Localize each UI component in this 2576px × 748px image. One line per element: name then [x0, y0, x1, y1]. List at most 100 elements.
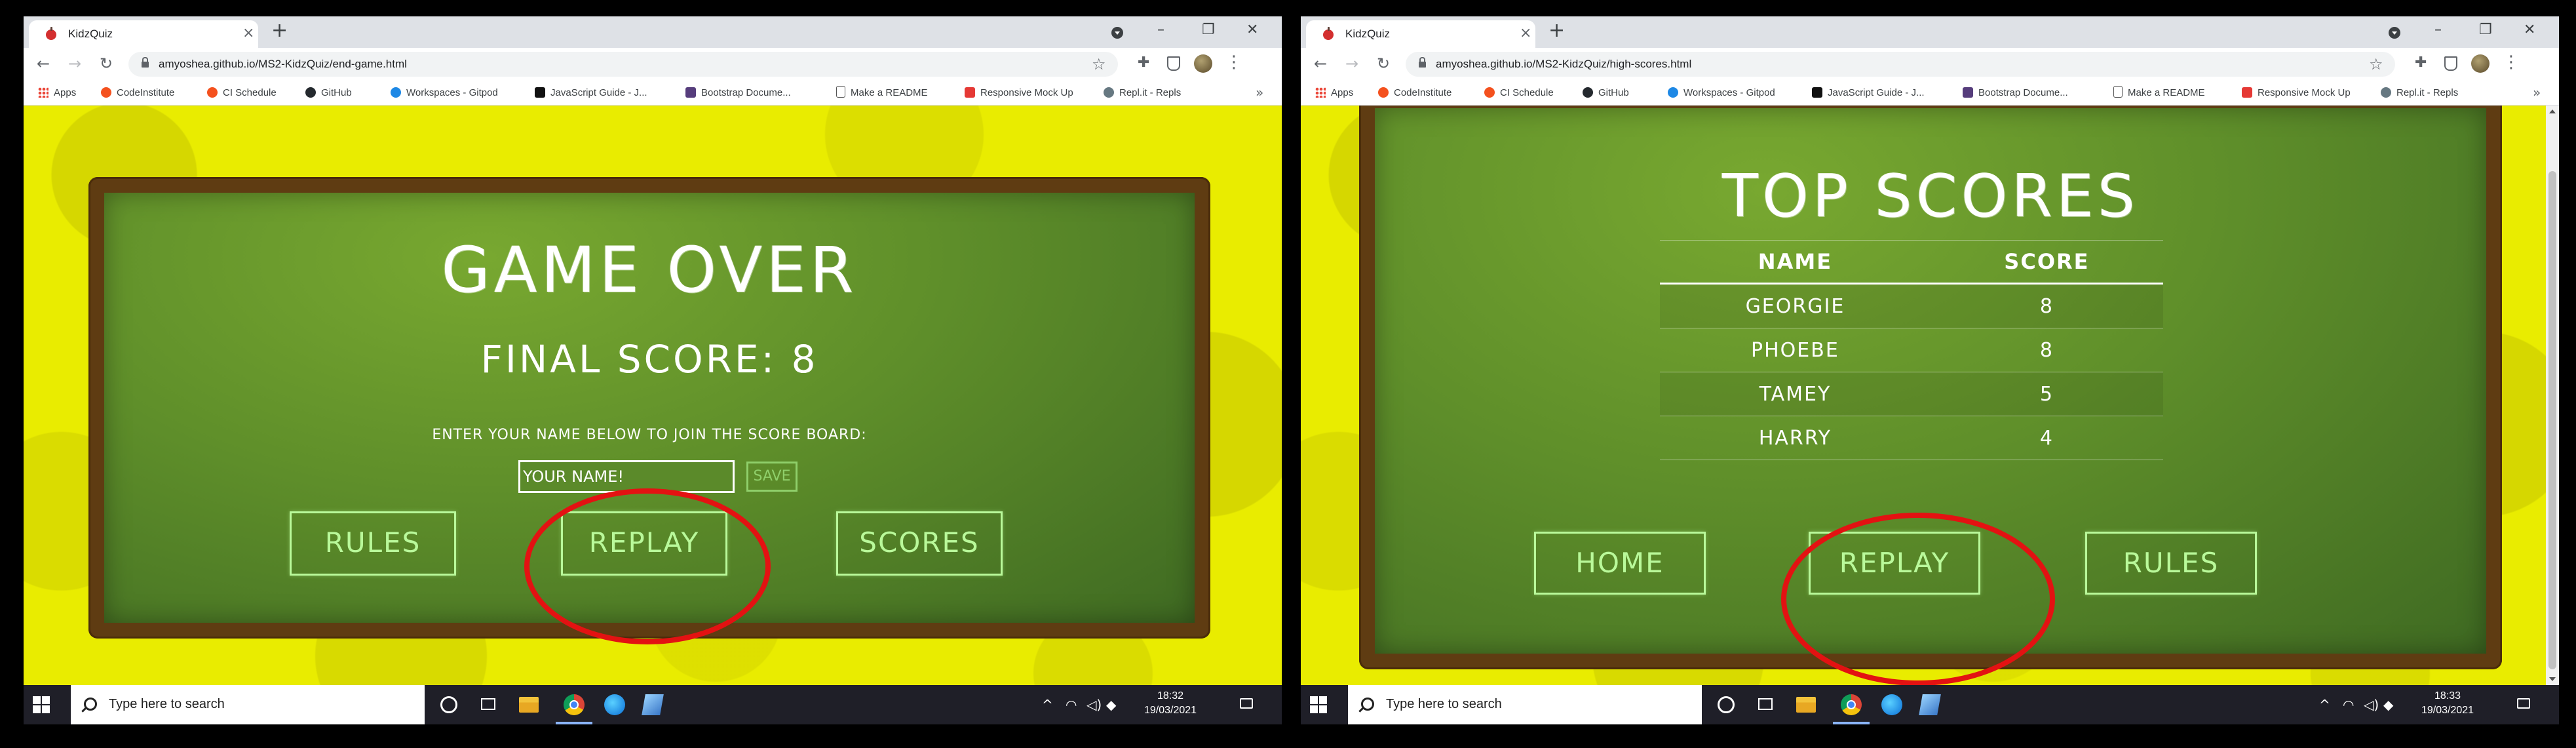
windows-taskbar: Type here to search ^ ◠ ◁) ◆ 18:32 19/03… [24, 685, 1282, 724]
bookmark-apps[interactable]: Apps [38, 86, 76, 100]
bookmark-make-readme[interactable]: Make a README [836, 86, 928, 100]
taskbar-search[interactable]: Type here to search [71, 685, 425, 724]
bookmark-javascript-guide[interactable]: JavaScript Guide - J... [535, 86, 647, 100]
address-bar[interactable]: amyoshea.github.io/MS2-KidzQuiz/high-sco… [1406, 52, 2395, 77]
bookmark-bootstrap[interactable]: Bootstrap Docume... [685, 86, 791, 100]
scroll-down-icon[interactable] [2549, 677, 2556, 681]
bookmark-replit[interactable]: Repl.it - Repls [1104, 86, 1181, 100]
app-icon[interactable] [1919, 694, 1941, 715]
task-view-icon[interactable] [1758, 698, 1773, 710]
star-icon[interactable]: ☆ [1092, 55, 1106, 73]
minimize-icon[interactable]: – [1157, 22, 1164, 39]
scores-button[interactable]: SCORES [836, 511, 1003, 576]
edge-icon[interactable] [604, 694, 625, 715]
notifications-icon[interactable] [2517, 698, 2530, 709]
chrome-icon[interactable] [1841, 694, 1862, 715]
bookmark-github[interactable]: GitHub [1583, 86, 1629, 100]
wifi-icon[interactable]: ◠ [1066, 697, 1077, 713]
save-button[interactable]: SAVE [746, 462, 798, 492]
edge-icon[interactable] [1881, 694, 1902, 715]
avatar[interactable] [2471, 54, 2489, 73]
close-tab-icon[interactable]: × [1520, 26, 1531, 41]
star-icon[interactable]: ☆ [2369, 55, 2383, 73]
bookmark-bootstrap[interactable]: Bootstrap Docume... [1963, 86, 2068, 100]
scroll-up-icon[interactable] [2549, 109, 2556, 113]
replay-button[interactable]: REPLAY [561, 511, 727, 576]
tab-kidzquiz[interactable]: KidzQuiz × [29, 20, 258, 48]
taskbar-search[interactable]: Type here to search [1348, 685, 1702, 724]
tab-search-icon[interactable] [2389, 27, 2400, 39]
vertical-scrollbar[interactable] [2546, 106, 2559, 685]
more-bookmarks-icon[interactable]: » [2533, 85, 2541, 100]
bookmark-gitpod[interactable]: Workspaces - Gitpod [391, 86, 498, 100]
dropbox-icon[interactable]: ◆ [2383, 697, 2393, 713]
lock-icon[interactable] [142, 57, 149, 68]
replay-button[interactable]: REPLAY [1809, 532, 1980, 595]
plus-icon[interactable]: + [1548, 21, 1565, 41]
task-view-icon[interactable] [481, 698, 495, 710]
plus-icon[interactable]: + [271, 21, 288, 41]
taskbar-clock[interactable]: 18:32 19/03/2021 [1131, 689, 1210, 718]
bookmark-make-readme[interactable]: Make a README [2113, 86, 2205, 100]
scrollbar-thumb[interactable] [2548, 171, 2556, 669]
window-close-icon[interactable]: ✕ [2524, 22, 2535, 39]
reload-icon[interactable]: ↻ [1377, 54, 1390, 73]
cortana-icon[interactable] [1718, 696, 1735, 713]
bookmark-codeinstitute[interactable]: CodeInstitute [101, 86, 174, 100]
rules-button[interactable]: RULES [2085, 532, 2257, 595]
volume-icon[interactable]: ◁) [1086, 697, 1102, 713]
home-button[interactable]: HOME [1534, 532, 1706, 595]
address-bar[interactable]: amyoshea.github.io/MS2-KidzQuiz/end-game… [128, 52, 1118, 77]
cortana-icon[interactable] [440, 696, 457, 713]
back-arrow-icon[interactable]: ← [37, 54, 50, 73]
tab-kidzquiz[interactable]: KidzQuiz × [1306, 20, 1535, 48]
extension-icon[interactable] [2444, 56, 2457, 71]
bookmark-replit[interactable]: Repl.it - Repls [2381, 86, 2458, 100]
lock-icon[interactable] [1419, 57, 1426, 68]
menu-dots-icon[interactable]: ⋮ [2503, 53, 2520, 71]
chrome-icon[interactable] [564, 694, 585, 715]
file-explorer-icon[interactable] [1796, 697, 1816, 713]
puzzle-icon[interactable]: ✚ [2415, 55, 2427, 71]
app-icon[interactable] [642, 694, 664, 715]
url-text[interactable]: amyoshea.github.io/MS2-KidzQuiz/end-game… [159, 58, 407, 71]
windows-logo-icon[interactable] [1310, 696, 1327, 713]
extension-icon[interactable] [1167, 56, 1180, 71]
restore-icon[interactable]: ❐ [1202, 22, 1215, 39]
file-explorer-icon[interactable] [519, 697, 539, 713]
bookmark-label: Bootstrap Docume... [1978, 87, 2068, 98]
volume-icon[interactable]: ◁) [2364, 697, 2379, 713]
chevron-up-icon[interactable]: ^ [2319, 697, 2330, 713]
taskbar-clock[interactable]: 18:33 19/03/2021 [2408, 689, 2487, 718]
bookmark-responsive-mockup[interactable]: Responsive Mock Up [2242, 86, 2351, 100]
menu-dots-icon[interactable]: ⋮ [1225, 53, 1242, 71]
close-tab-icon[interactable]: × [242, 26, 254, 41]
wifi-icon[interactable]: ◠ [2343, 697, 2354, 713]
bookmark-github[interactable]: GitHub [305, 86, 352, 100]
window-close-icon[interactable]: ✕ [1246, 22, 1258, 39]
bookmark-codeinstitute[interactable]: CodeInstitute [1378, 86, 1451, 100]
windows-logo-icon[interactable] [33, 696, 50, 713]
back-arrow-icon[interactable]: ← [1314, 54, 1327, 73]
puzzle-icon[interactable]: ✚ [1138, 55, 1149, 71]
bookmark-javascript-guide[interactable]: JavaScript Guide - J... [1812, 86, 1925, 100]
notifications-icon[interactable] [1240, 698, 1253, 709]
chevron-up-icon[interactable]: ^ [1042, 697, 1053, 713]
bookmark-ci-schedule[interactable]: CI Schedule [1484, 86, 1554, 100]
restore-icon[interactable]: ❐ [2479, 22, 2492, 39]
forward-arrow-icon[interactable]: → [68, 54, 81, 73]
dropbox-icon[interactable]: ◆ [1106, 697, 1116, 713]
tab-search-icon[interactable] [1111, 27, 1123, 39]
bookmark-gitpod[interactable]: Workspaces - Gitpod [1668, 86, 1775, 100]
minimize-icon[interactable]: – [2434, 22, 2442, 39]
bookmark-ci-schedule[interactable]: CI Schedule [207, 86, 277, 100]
more-bookmarks-icon[interactable]: » [1256, 85, 1263, 100]
bookmark-responsive-mockup[interactable]: Responsive Mock Up [965, 86, 1073, 100]
name-input[interactable] [518, 460, 735, 493]
bookmark-apps[interactable]: Apps [1315, 86, 1353, 100]
rules-button[interactable]: RULES [290, 511, 456, 576]
avatar[interactable] [1194, 54, 1212, 73]
reload-icon[interactable]: ↻ [100, 54, 113, 73]
url-text[interactable]: amyoshea.github.io/MS2-KidzQuiz/high-sco… [1436, 58, 1691, 71]
forward-arrow-icon[interactable]: → [1345, 54, 1358, 73]
